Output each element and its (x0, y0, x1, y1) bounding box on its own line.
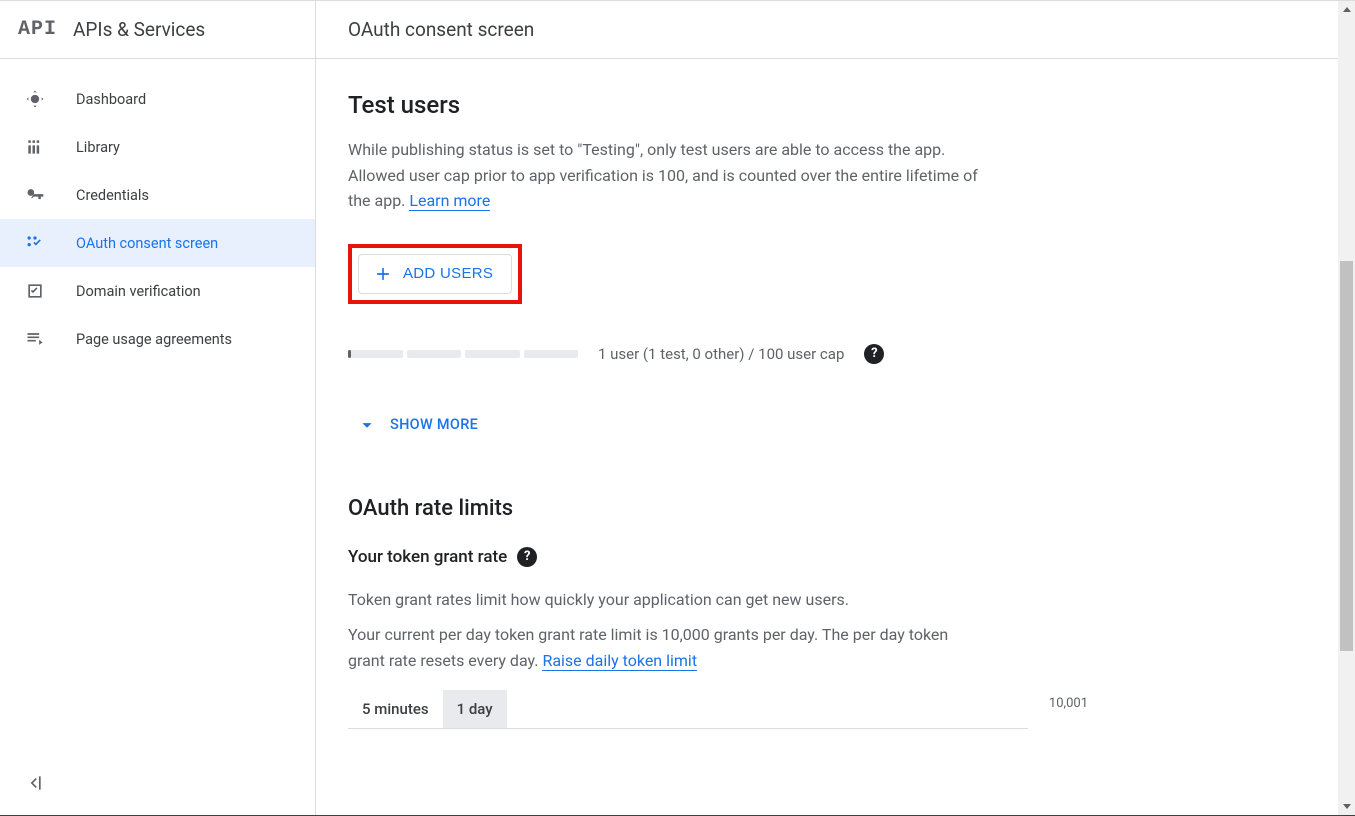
library-icon (24, 137, 46, 157)
caret-down-icon (1342, 801, 1352, 811)
dashboard-icon (24, 89, 46, 109)
scrollbar[interactable] (1338, 1, 1355, 815)
learn-more-link[interactable]: Learn more (409, 191, 490, 211)
rate-limit-desc-1: Token grant rates limit how quickly your… (348, 587, 998, 613)
sidebar-item-label: Dashboard (76, 91, 146, 108)
sidebar-item-page-usage[interactable]: Page usage agreements (0, 315, 315, 363)
sidebar-item-label: Page usage agreements (76, 331, 232, 348)
add-users-label: ADD USERS (403, 265, 493, 282)
sidebar-header: API APIs & Services (0, 1, 315, 59)
help-icon[interactable]: ? (517, 547, 537, 567)
tab-5-minutes[interactable]: 5 minutes (348, 690, 443, 728)
key-icon (24, 185, 46, 205)
chevron-left-icon (24, 773, 44, 793)
sidebar-item-library[interactable]: Library (0, 123, 315, 171)
scrollbar-thumb[interactable] (1340, 261, 1353, 651)
sidebar: API APIs & Services Dashboard Library (0, 1, 316, 815)
scroll-down-button[interactable] (1338, 797, 1355, 815)
main-content: OAuth consent screen Test users While pu… (316, 1, 1338, 815)
add-users-button[interactable]: ADD USERS (358, 254, 512, 294)
rate-limit-tabs: 5 minutes 1 day 10,001 (348, 690, 1028, 729)
collapse-sidebar-button[interactable] (24, 773, 44, 797)
raise-limit-link[interactable]: Raise daily token limit (542, 651, 697, 671)
sidebar-item-label: Library (76, 139, 120, 156)
rate-limits-heading: OAuth rate limits (348, 496, 1284, 521)
user-cap-text: 1 user (1 test, 0 other) / 100 user cap (598, 345, 844, 363)
chevron-down-icon (356, 414, 378, 436)
sidebar-item-label: Domain verification (76, 283, 201, 300)
test-users-description: While publishing status is set to "Testi… (348, 137, 998, 214)
test-users-heading: Test users (348, 91, 1284, 119)
caret-up-icon (1342, 5, 1352, 15)
sidebar-nav: Dashboard Library Credentials (0, 59, 315, 363)
user-cap-row: 1 user (1 test, 0 other) / 100 user cap … (348, 344, 1284, 364)
tab-1-day[interactable]: 1 day (443, 690, 507, 728)
user-cap-progress (348, 350, 578, 358)
agreement-icon (24, 329, 46, 349)
sidebar-item-oauth-consent[interactable]: OAuth consent screen (0, 219, 315, 267)
check-icon (24, 281, 46, 301)
api-logo: API (18, 18, 57, 41)
rate-limit-desc-2: Your current per day token grant rate li… (348, 622, 978, 673)
scroll-up-button[interactable] (1338, 1, 1355, 19)
plus-icon (373, 264, 393, 284)
chart-axis-max: 10,001 (1049, 696, 1088, 711)
sidebar-item-label: OAuth consent screen (76, 235, 218, 252)
page-title: OAuth consent screen (316, 1, 1338, 59)
sidebar-item-label: Credentials (76, 187, 149, 204)
sidebar-item-dashboard[interactable]: Dashboard (0, 75, 315, 123)
token-grant-subheading: Your token grant rate ? (348, 547, 1284, 567)
add-users-highlight: ADD USERS (348, 244, 522, 304)
consent-icon (24, 233, 46, 253)
show-more-label: SHOW MORE (390, 416, 478, 433)
help-icon[interactable]: ? (864, 344, 884, 364)
show-more-button[interactable]: SHOW MORE (356, 414, 478, 436)
sidebar-item-credentials[interactable]: Credentials (0, 171, 315, 219)
sidebar-title: APIs & Services (73, 18, 205, 41)
sidebar-item-domain-verification[interactable]: Domain verification (0, 267, 315, 315)
